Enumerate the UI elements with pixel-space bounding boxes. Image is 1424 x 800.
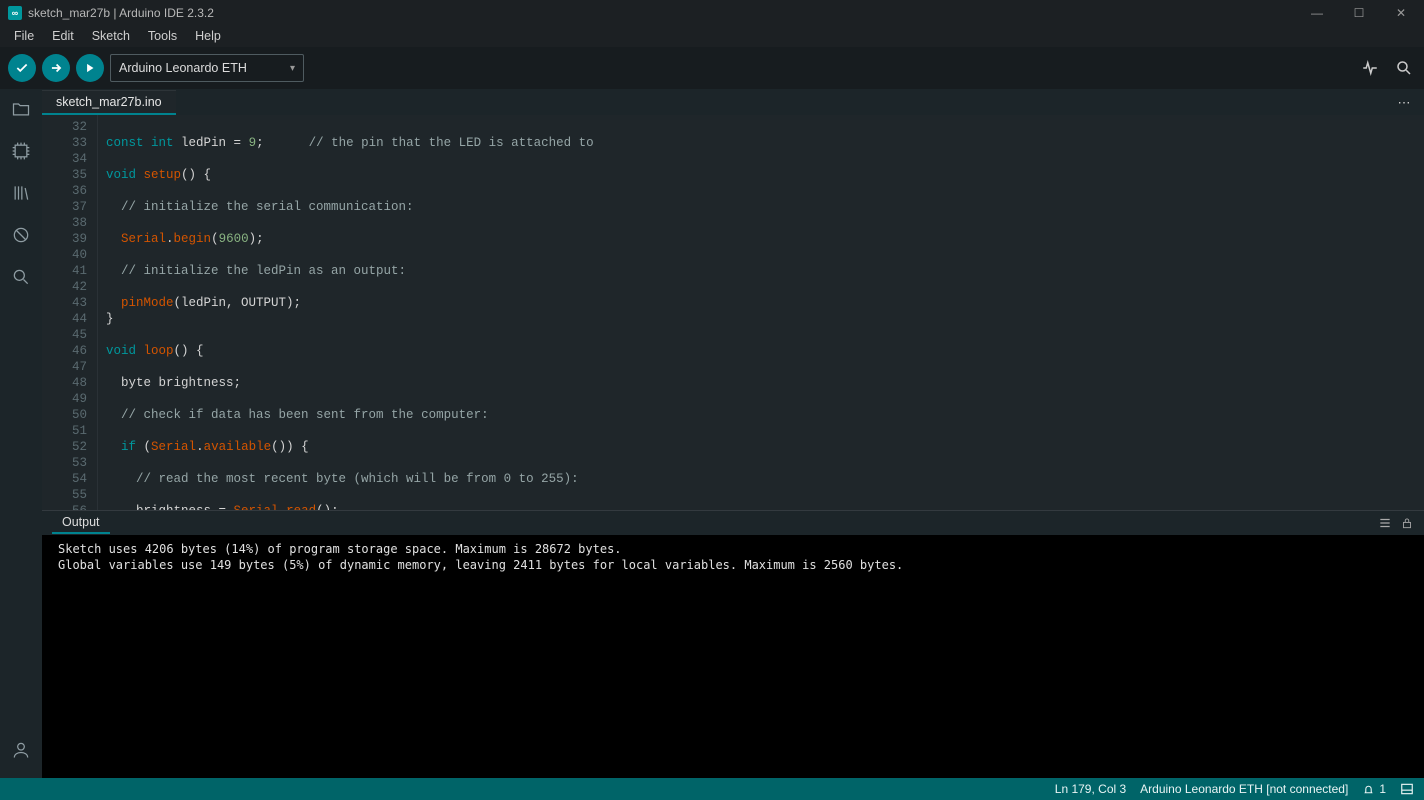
window-close-button[interactable]: ✕ <box>1386 6 1416 20</box>
no-debug-icon <box>11 225 31 245</box>
library-manager-button[interactable] <box>7 179 35 207</box>
window-minimize-button[interactable]: — <box>1302 6 1332 20</box>
play-bug-icon <box>83 61 97 75</box>
activity-bar <box>0 89 42 778</box>
status-notifications[interactable]: 1 <box>1362 782 1386 796</box>
account-button[interactable] <box>7 736 35 764</box>
boards-manager-button[interactable] <box>7 137 35 165</box>
menubar: File Edit Sketch Tools Help <box>0 25 1424 47</box>
sketchbook-button[interactable] <box>7 95 35 123</box>
upload-button[interactable] <box>42 54 70 82</box>
menu-file[interactable]: File <box>6 27 42 45</box>
status-cursor[interactable]: Ln 179, Col 3 <box>1055 782 1126 796</box>
bell-icon <box>1362 783 1375 796</box>
user-icon <box>11 740 31 760</box>
ellipsis-icon: ⋯ <box>1398 95 1411 111</box>
menu-help[interactable]: Help <box>187 27 229 45</box>
arrow-right-icon <box>49 61 63 75</box>
output-body[interactable]: Sketch uses 4206 bytes (14%) of program … <box>42 535 1424 778</box>
menu-edit[interactable]: Edit <box>44 27 82 45</box>
serial-monitor-button[interactable] <box>1392 56 1416 80</box>
pulse-icon <box>1361 59 1379 77</box>
status-notif-count: 1 <box>1379 782 1386 796</box>
magnify-icon <box>1395 59 1413 77</box>
code-content[interactable]: const int ledPin = 9; // the pin that th… <box>98 115 1424 510</box>
output-wrap-button[interactable] <box>1378 516 1392 530</box>
editor-tabbar: sketch_mar27b.ino ⋯ <box>42 89 1424 115</box>
serial-plotter-button[interactable] <box>1358 56 1382 80</box>
search-sidebar-button[interactable] <box>7 263 35 291</box>
board-selector[interactable]: Arduino Leonardo ETH ▾ <box>110 54 304 82</box>
menu-sketch[interactable]: Sketch <box>84 27 138 45</box>
toolbar: Arduino Leonardo ETH ▾ <box>0 47 1424 89</box>
board-selector-label: Arduino Leonardo ETH <box>119 61 247 75</box>
app-icon: ∞ <box>8 6 22 20</box>
window-maximize-button[interactable]: ☐ <box>1344 6 1374 20</box>
statusbar: Ln 179, Col 3 Arduino Leonardo ETH [not … <box>0 778 1424 800</box>
line-number-gutter: 32 33 34 35 36 37 38 39 40 41 42 43 44 4… <box>42 115 98 510</box>
checkmark-icon <box>15 61 29 75</box>
status-panel-toggle[interactable] <box>1400 782 1414 796</box>
panel-icon <box>1400 782 1414 796</box>
editor-tab[interactable]: sketch_mar27b.ino <box>42 90 176 115</box>
editor-tab-label: sketch_mar27b.ino <box>56 95 162 109</box>
window-title: sketch_mar27b | Arduino IDE 2.3.2 <box>28 6 214 20</box>
board-icon <box>11 141 31 161</box>
verify-button[interactable] <box>8 54 36 82</box>
debug-button[interactable] <box>76 54 104 82</box>
books-icon <box>11 183 31 203</box>
titlebar: ∞ sketch_mar27b | Arduino IDE 2.3.2 — ☐ … <box>0 0 1424 25</box>
lines-icon <box>1378 516 1392 530</box>
output-lock-button[interactable] <box>1400 516 1414 530</box>
output-panel: Output Sketch uses 4206 bytes (14%) of p… <box>42 510 1424 778</box>
tab-more-button[interactable]: ⋯ <box>1392 91 1416 115</box>
debug-sidebar-button[interactable] <box>7 221 35 249</box>
output-tab[interactable]: Output <box>52 512 110 534</box>
menu-tools[interactable]: Tools <box>140 27 185 45</box>
lock-icon <box>1400 516 1414 530</box>
status-board[interactable]: Arduino Leonardo ETH [not connected] <box>1140 782 1348 796</box>
folder-icon <box>11 99 31 119</box>
code-editor[interactable]: 32 33 34 35 36 37 38 39 40 41 42 43 44 4… <box>42 115 1424 510</box>
search-icon <box>11 267 31 287</box>
chevron-down-icon: ▾ <box>290 63 295 74</box>
